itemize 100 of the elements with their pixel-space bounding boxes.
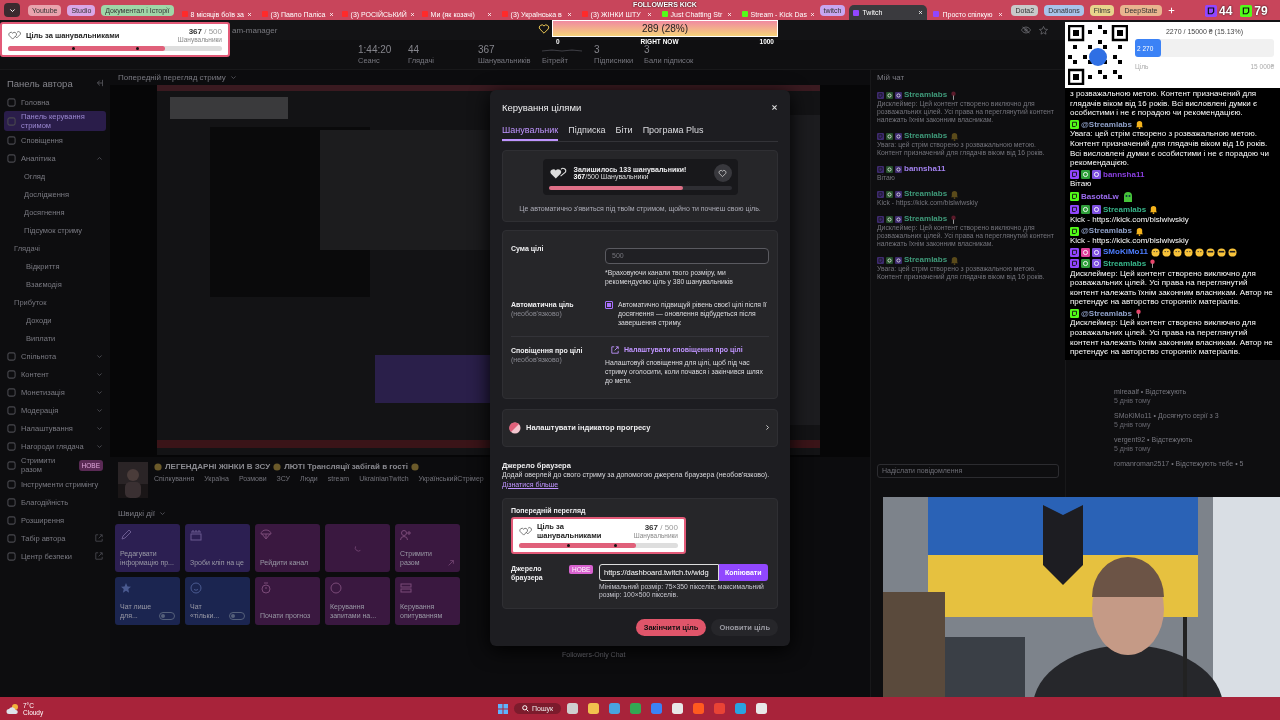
chat-message-text: Kick - https://kick.com/bislwiwskiy (1070, 214, 1190, 225)
stat-value: 367 (478, 44, 496, 55)
tab[interactable]: Біти (615, 125, 633, 141)
app-icon (714, 703, 726, 714)
chevron-down-icon (8, 6, 16, 14)
follow-button[interactable] (713, 164, 732, 182)
chat-message-text: з розважальною метою. Контент призначений для глядачів віком від 16 років. Всі висловлені думки є особистими і не є порадою чи рекомендацією. (1070, 89, 1258, 118)
bell-icon (1134, 120, 1144, 130)
close-icon (328, 11, 334, 17)
viewer-count: 79 (1254, 4, 1268, 18)
square-icon (7, 479, 16, 489)
chat-author: @Streamlabs (1081, 226, 1132, 236)
chevron-down-icon (158, 509, 166, 517)
arrow-icon (447, 559, 455, 567)
close-icon (809, 11, 815, 17)
star-icon (120, 582, 132, 594)
app-icon (630, 703, 642, 714)
taskbar-app-button[interactable] (609, 703, 621, 714)
heart-icon (538, 22, 550, 35)
windows-icon (498, 703, 508, 714)
sidebar-title: Панель автора (7, 77, 73, 89)
app-icon (588, 703, 600, 714)
chat-author: Streamlabs (904, 188, 948, 198)
square-icon (7, 351, 16, 361)
chat-author: Streamlabs (904, 90, 948, 99)
spinner-icon (353, 544, 362, 552)
close-icon (566, 11, 572, 17)
close-button[interactable] (771, 104, 778, 111)
checkbox[interactable] (605, 300, 613, 309)
taskbar-app-button[interactable] (735, 703, 747, 714)
parachute-icon (260, 529, 272, 541)
emoji-icon (273, 462, 282, 471)
tab[interactable]: Підписка (568, 125, 606, 141)
chat-title: Мій чат (877, 73, 906, 82)
app-icon (651, 703, 663, 714)
stream-title: ЛЮТІ Трансляції забігай в гості (284, 462, 408, 471)
app-icon (567, 703, 579, 714)
milestone-marker (136, 47, 140, 50)
emote-icon (1121, 190, 1134, 203)
tab-list-button[interactable] (4, 3, 20, 17)
square-icon (7, 116, 16, 126)
stat-value: 3 (644, 44, 650, 55)
start-button[interactable] (498, 703, 508, 714)
square-icon (7, 533, 16, 543)
taskbar-app-button[interactable] (672, 703, 684, 714)
emote-icon (1227, 247, 1237, 257)
emoji-icon (410, 462, 419, 471)
bell-icon (950, 189, 960, 199)
goal-count: 367 / 500 (188, 27, 222, 36)
external-link-icon (95, 552, 103, 560)
taskbar-app-button[interactable] (567, 703, 579, 714)
person-plus-icon (400, 529, 412, 541)
square-icon (7, 551, 16, 561)
emote-icon (1161, 247, 1171, 257)
hearts-icon (548, 165, 569, 181)
milestone-marker (566, 543, 570, 547)
qr-code-icon (1068, 25, 1128, 85)
heart-icon (718, 168, 727, 178)
tab[interactable]: Програма Plus (642, 125, 704, 141)
pin-icon (950, 90, 958, 100)
hearts-icon (8, 29, 22, 41)
collapse-icon (95, 79, 103, 87)
list-icon (400, 582, 412, 594)
chat-message-text: Kick - https://kick.com/bislwiwskiy (1070, 235, 1190, 246)
pin-icon (950, 214, 958, 224)
bell-icon (1134, 226, 1144, 236)
square-icon (7, 387, 16, 397)
weather-icon (6, 702, 20, 715)
chat-author: @Streamlabs (1081, 308, 1132, 318)
taskbar-app-button[interactable] (588, 703, 600, 714)
close-icon (486, 11, 492, 17)
chat-author: Streamlabs (904, 131, 948, 141)
external-link-icon (95, 534, 103, 542)
chat-message-text: Дисклеймер: Цей контент створено виключно для розважальних цілей. Усі права на переглянутий контент належать їхнім законним власникам. Автор не претендує на авторство сторонніх матеріалів. (1070, 318, 1274, 357)
square-icon (7, 515, 16, 525)
external-link-icon (611, 345, 619, 354)
emote-icon (1216, 247, 1226, 257)
tab[interactable]: Шанувальник (502, 125, 559, 141)
emote-icon (1194, 247, 1204, 257)
chat-author: Streamlabs (904, 254, 948, 264)
pie-icon (509, 421, 521, 434)
chat-author: @Streamlabs (1081, 119, 1132, 129)
bar-reading: 289 (28%) (641, 23, 689, 34)
taskbar-app-button[interactable] (630, 703, 642, 714)
emote-icon (1205, 247, 1215, 257)
emote-icon (1172, 247, 1182, 257)
bell-icon (950, 255, 960, 265)
milestone-marker (614, 543, 618, 547)
star-icon (1039, 25, 1048, 35)
smiley-icon (190, 582, 202, 594)
search-icon (522, 705, 529, 712)
collapse-button[interactable] (95, 79, 103, 87)
emoji-icon (154, 462, 162, 471)
app-icon (735, 703, 747, 714)
quick-action-tile[interactable] (325, 524, 390, 572)
stat-value: 1:44:20 (358, 44, 393, 55)
square-icon (7, 97, 16, 107)
taskbar-app-button[interactable] (756, 703, 768, 714)
pencil-icon (120, 529, 132, 541)
plus-icon (1168, 6, 1175, 14)
